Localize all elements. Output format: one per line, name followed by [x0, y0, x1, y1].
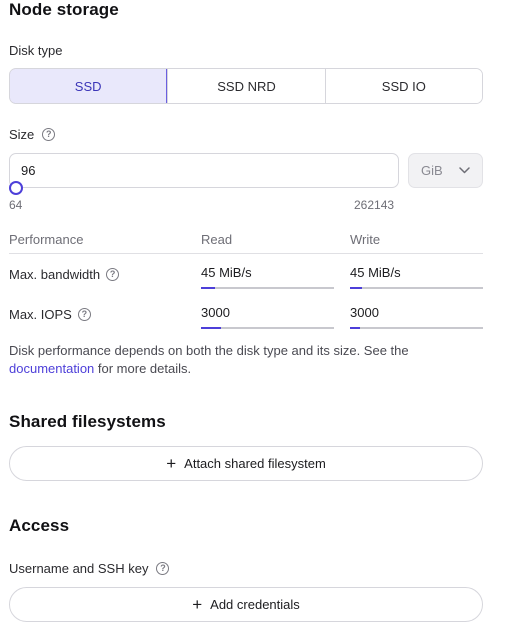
performance-header: Performance [9, 232, 84, 247]
node-storage-title: Node storage [9, 0, 119, 19]
note-text-end: for more details. [94, 361, 192, 376]
bandwidth-read-value[interactable]: 45 MiB/s [201, 265, 252, 280]
iops-read-slider[interactable] [201, 327, 334, 329]
disk-type-label: Disk type [9, 43, 63, 58]
bandwidth-write-slider[interactable] [350, 287, 483, 289]
size-min-label: 64 [9, 198, 23, 212]
iops-write-value[interactable]: 3000 [350, 305, 379, 320]
iops-read-fill [201, 327, 221, 329]
access-title: Access [9, 516, 70, 535]
bandwidth-write-fill [350, 287, 362, 289]
disk-type-ssd-nrd[interactable]: SSD NRD [167, 69, 325, 103]
table-divider [9, 253, 483, 254]
size-label: Size [9, 127, 35, 142]
help-icon[interactable]: ? [156, 562, 170, 575]
write-header: Write [350, 232, 381, 247]
table-row: Max. IOPS ? [9, 307, 91, 322]
disk-type-selector: SSD SSD NRD SSD IO [9, 68, 483, 104]
bandwidth-read-fill [201, 287, 215, 289]
attach-shared-filesystem-button[interactable]: + Attach shared filesystem [9, 446, 483, 481]
size-input[interactable] [9, 153, 399, 188]
disk-type-ssd-io[interactable]: SSD IO [324, 69, 482, 103]
help-icon[interactable]: ? [106, 268, 120, 281]
attach-label: Attach shared filesystem [184, 456, 326, 471]
iops-read-value[interactable]: 3000 [201, 305, 230, 320]
help-icon[interactable]: ? [42, 128, 56, 141]
credentials-label: Username and SSH key [9, 561, 149, 576]
size-label-row: Size ? [9, 127, 56, 142]
size-unit-value: GiB [421, 163, 443, 178]
disk-type-ssd[interactable]: SSD [10, 69, 168, 103]
bandwidth-read-slider[interactable] [201, 287, 334, 289]
table-row: Max. bandwidth ? [9, 267, 120, 282]
iops-write-fill [350, 327, 360, 329]
size-max-label: 262143 [354, 198, 395, 212]
bandwidth-label: Max. bandwidth [9, 267, 101, 282]
plus-icon: + [192, 595, 203, 614]
add-credentials-button[interactable]: + Add credentials [9, 587, 483, 622]
iops-label: Max. IOPS [9, 307, 72, 322]
size-slider-thumb[interactable] [9, 181, 23, 195]
note-text: Disk performance depends on both the dis… [9, 343, 409, 358]
help-icon[interactable]: ? [77, 308, 91, 321]
chevron-down-icon [459, 167, 470, 174]
plus-icon: + [166, 454, 177, 473]
bandwidth-write-value[interactable]: 45 MiB/s [350, 265, 401, 280]
size-unit-select[interactable]: GiB [408, 153, 483, 188]
add-credentials-label: Add credentials [210, 597, 300, 612]
documentation-link[interactable]: documentation [9, 361, 94, 376]
read-header: Read [201, 232, 233, 247]
iops-write-slider[interactable] [350, 327, 483, 329]
shared-filesystems-title: Shared filesystems [9, 412, 166, 431]
credentials-label-row: Username and SSH key ? [9, 561, 170, 576]
performance-note: Disk performance depends on both the dis… [9, 342, 479, 378]
